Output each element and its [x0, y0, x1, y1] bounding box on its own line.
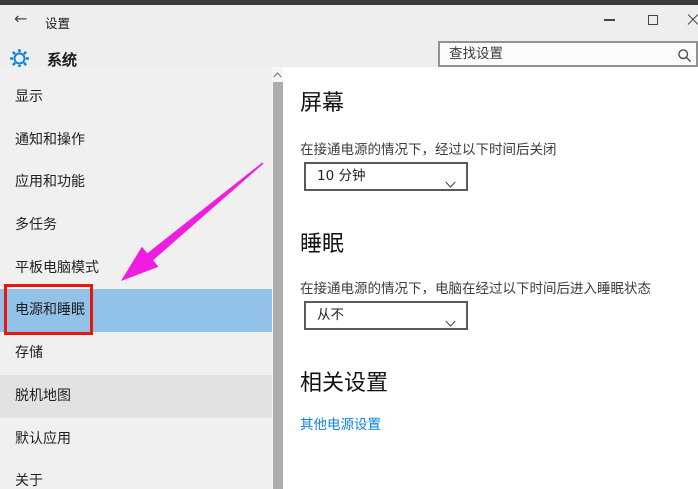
dropdown-value: 10 分钟 — [317, 168, 366, 184]
sidebar-item-default-apps[interactable]: 默认应用 — [0, 418, 272, 461]
sidebar-item-tablet-mode[interactable]: 平板电脑模式 — [0, 247, 272, 290]
window-title: 设置 — [45, 16, 71, 31]
maximize-icon — [648, 15, 658, 25]
section-heading-screen: 屏幕 — [300, 91, 345, 116]
dropdown-value: 从不 — [317, 307, 344, 323]
section-heading-related: 相关设置 — [300, 371, 389, 396]
scrollbar-thumb[interactable] — [272, 82, 283, 489]
sidebar-item-about[interactable]: 关于 — [0, 460, 272, 489]
section-heading-sleep: 睡眠 — [300, 232, 345, 257]
sidebar-item-power-sleep[interactable]: 电源和睡眠 — [0, 289, 272, 332]
minimize-button[interactable] — [592, 5, 626, 35]
additional-power-settings-link[interactable]: 其他电源设置 — [300, 413, 381, 433]
content-pane: 屏幕 在接通电源的情况下，经过以下时间后关闭 10 分钟 睡眠 在接通电源的情况… — [283, 67, 698, 489]
sidebar: 显示 通知和操作 应用和功能 多任务 平板电脑模式 电源和睡眠 存储 脱机地图 … — [0, 67, 272, 489]
search-input[interactable] — [440, 43, 696, 65]
search-icon[interactable] — [677, 48, 692, 63]
sleep-timeout-description: 在接通电源的情况下，电脑在经过以下时间后进入睡眠状态 — [300, 281, 651, 297]
chevron-up-icon[interactable] — [272, 69, 283, 80]
sidebar-item-storage[interactable]: 存储 — [0, 332, 272, 375]
sidebar-item-display[interactable]: 显示 — [0, 76, 272, 119]
close-icon — [687, 14, 698, 26]
search-box — [438, 41, 698, 67]
sidebar-item-notifications[interactable]: 通知和操作 — [0, 119, 272, 162]
sleep-timeout-dropdown[interactable]: 从不 — [304, 301, 468, 330]
screen-timeout-dropdown[interactable]: 10 分钟 — [304, 162, 468, 191]
back-button[interactable]: ← — [14, 11, 27, 27]
sidebar-item-multitasking[interactable]: 多任务 — [0, 204, 272, 247]
chevron-down-icon — [445, 173, 456, 188]
chevron-down-icon — [445, 312, 456, 327]
title-bar: ← 设置 系统 查找设置 — [0, 5, 698, 69]
screen-timeout-description: 在接通电源的情况下，经过以下时间后关闭 — [300, 142, 557, 158]
close-button[interactable] — [676, 5, 698, 35]
settings-window: ← 设置 系统 查找设置 显示 通知和操作 应用和功能 多任务 平板电脑模式 电… — [0, 0, 698, 489]
sidebar-item-apps[interactable]: 应用和功能 — [0, 161, 272, 204]
maximize-button[interactable] — [636, 5, 670, 35]
sidebar-item-offline-maps[interactable]: 脱机地图 — [0, 375, 272, 418]
sidebar-scrollbar[interactable] — [272, 67, 283, 489]
minimize-icon — [603, 19, 615, 21]
